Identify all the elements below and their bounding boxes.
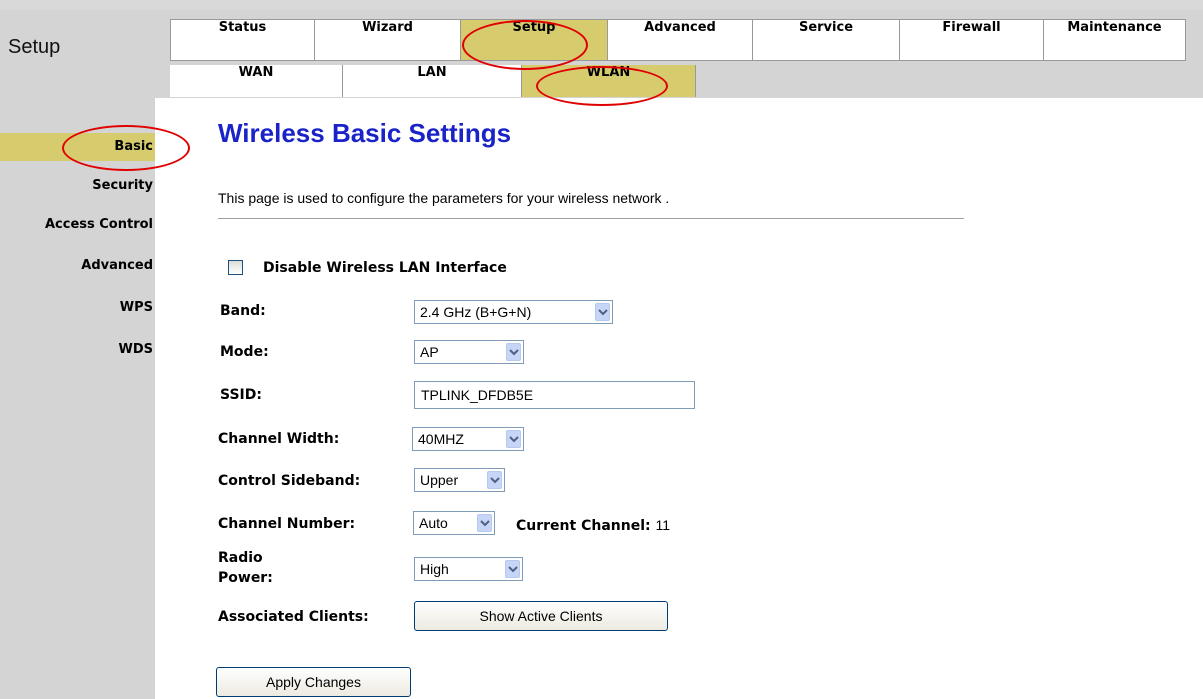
radio-power-select-value: High (420, 561, 449, 577)
tab-wizard[interactable]: Wizard (314, 19, 461, 61)
ssid-label: SSID: (220, 387, 262, 403)
sidebar-item-advanced[interactable]: Advanced (81, 258, 153, 273)
radio-power-label-line1: Radio (218, 550, 263, 566)
radio-power-label: Radio Power: (218, 550, 273, 586)
current-channel: Current Channel: 11 (516, 517, 670, 534)
radio-power-label-line2: Power: (218, 570, 273, 586)
sidebar-item-security[interactable]: Security (92, 178, 153, 193)
tab-status[interactable]: Status (170, 19, 315, 61)
apply-changes-button[interactable]: Apply Changes (216, 667, 411, 697)
section-logo: Setup (8, 36, 61, 58)
ssid-input[interactable]: TPLINK_DFDB5E (414, 381, 695, 409)
divider (218, 218, 964, 219)
chevron-down-icon (595, 303, 610, 321)
chevron-down-icon (505, 560, 520, 578)
subtab-wlan[interactable]: WLAN (522, 65, 696, 97)
tab-advanced[interactable]: Advanced (607, 19, 753, 61)
radio-power-select[interactable]: High (414, 557, 523, 581)
tab-maintenance[interactable]: Maintenance (1043, 19, 1186, 61)
sidebar-item-wds[interactable]: WDS (119, 342, 154, 357)
current-channel-value: 11 (655, 517, 671, 533)
channel-width-label: Channel Width: (218, 431, 340, 447)
tab-firewall[interactable]: Firewall (899, 19, 1044, 61)
channel-width-select-value: 40MHZ (418, 431, 464, 447)
channel-number-label: Channel Number: (218, 516, 356, 532)
mode-label: Mode: (220, 344, 269, 360)
sidebar-item-basic[interactable]: Basic (0, 133, 155, 161)
tab-service[interactable]: Service (752, 19, 900, 61)
main-nav: Status Wizard Setup Advanced Service Fir… (170, 19, 1186, 61)
chevron-down-icon (487, 471, 502, 489)
show-active-clients-button[interactable]: Show Active Clients (414, 601, 668, 631)
page-description: This page is used to configure the param… (218, 190, 670, 206)
mode-select[interactable]: AP (414, 340, 524, 364)
tab-setup[interactable]: Setup (460, 19, 608, 61)
current-channel-label: Current Channel: (516, 518, 651, 534)
band-select-value: 2.4 GHz (B+G+N) (420, 304, 532, 320)
page-title: Wireless Basic Settings (218, 118, 512, 148)
band-label: Band: (220, 303, 266, 319)
sidebar-item-access-control[interactable]: Access Control (45, 217, 153, 232)
channel-width-select[interactable]: 40MHZ (412, 427, 524, 451)
mode-select-value: AP (420, 344, 439, 360)
chevron-down-icon (506, 343, 521, 361)
band-select[interactable]: 2.4 GHz (B+G+N) (414, 300, 613, 324)
control-sideband-select-value: Upper (420, 472, 459, 488)
channel-number-select-value: Auto (419, 515, 448, 531)
disable-wlan-checkbox[interactable] (228, 260, 243, 275)
associated-clients-label: Associated Clients: (218, 609, 369, 625)
chevron-down-icon (477, 514, 492, 532)
control-sideband-label: Control Sideband: (218, 473, 361, 489)
control-sideband-select[interactable]: Upper (414, 468, 505, 492)
disable-wlan-label: Disable Wireless LAN Interface (263, 260, 507, 276)
sidebar: Basic Security Access Control Advanced W… (0, 98, 155, 699)
subtab-wan[interactable]: WAN (170, 65, 343, 97)
sub-nav: WAN LAN WLAN (170, 65, 696, 97)
chevron-down-icon (506, 430, 521, 448)
top-strip (0, 0, 1203, 10)
subtab-lan[interactable]: LAN (343, 65, 522, 97)
sidebar-item-wps[interactable]: WPS (120, 300, 153, 315)
channel-number-select[interactable]: Auto (413, 511, 495, 535)
